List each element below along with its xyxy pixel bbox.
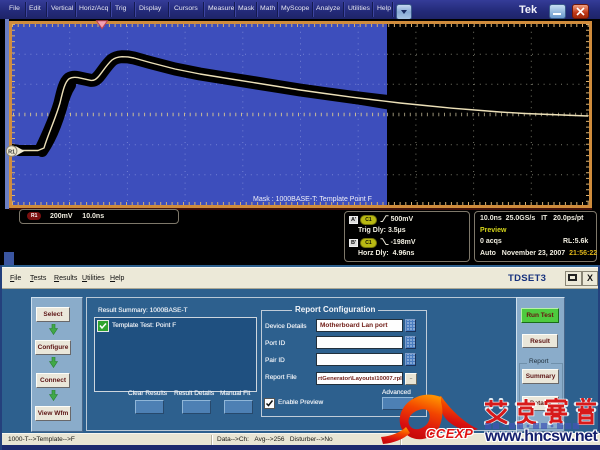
svg-text:R1: R1 [8, 149, 15, 155]
